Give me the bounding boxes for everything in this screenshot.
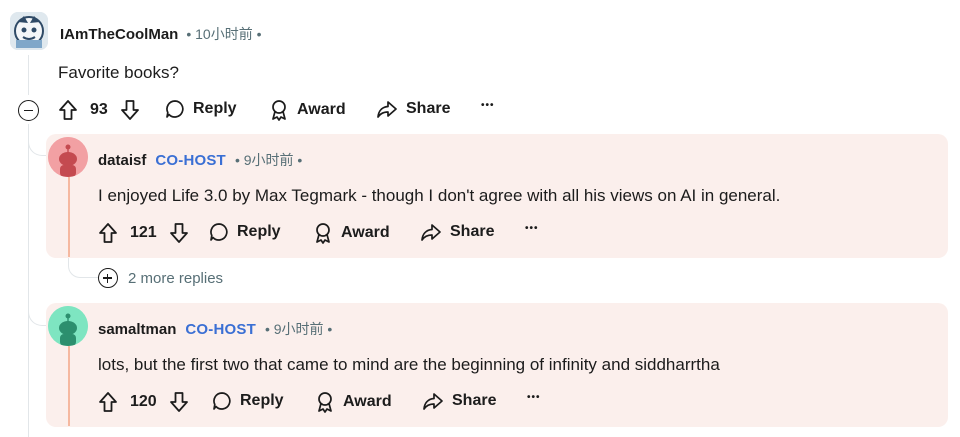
award-label: Award [341,224,390,241]
reply-label: Reply [240,392,284,409]
username[interactable]: IAmTheCoolMan [60,26,178,43]
timestamp: • 9小时前 • [264,321,333,337]
username[interactable]: dataisf [98,152,146,169]
award-label: Award [343,393,392,410]
avatar[interactable] [48,306,88,346]
share-button[interactable]: Share [420,222,494,242]
thread-line-reply-1 [68,177,70,257]
comment-body: lots, but the first two that came to min… [98,355,720,374]
award-icon [318,392,332,413]
thread-line-root [28,124,29,437]
upvote-icon[interactable] [98,391,118,413]
share-button[interactable]: Share [422,391,496,411]
reply-button[interactable]: Reply [209,222,281,242]
downvote-icon[interactable] [169,222,189,244]
award-button[interactable]: Award [313,222,390,244]
comment-body: Favorite books? [58,63,179,82]
more-options-button[interactable]: ••• [481,100,495,111]
downvote-icon[interactable] [120,99,140,121]
more-options-button[interactable]: ••• [525,223,539,234]
share-label: Share [450,223,495,240]
more-options-button[interactable]: ••• [527,392,541,403]
cohost-badge: CO-HOST [155,151,226,169]
vote-group: 121 [98,222,189,244]
share-icon [377,101,397,118]
comment-body: I enjoyed Life 3.0 by Max Tegmark - thou… [98,186,781,205]
collapse-button[interactable] [18,100,39,121]
comment-bubble-icon [210,223,228,241]
collapse-icon [24,109,33,112]
thread-line-main [28,55,29,95]
share-label: Share [406,100,451,117]
share-icon [421,224,441,241]
share-button[interactable]: Share [376,99,450,119]
award-button[interactable]: Award [269,99,346,121]
share-label: Share [452,392,497,409]
award-button[interactable]: Award [315,391,392,413]
reply-label: Reply [193,100,237,117]
share-icon [423,393,443,410]
vote-count: 93 [90,101,108,118]
timestamp: • 10小时前 • [186,26,262,42]
reply-label: Reply [237,223,281,240]
comment-bubble-icon [213,392,231,410]
avatar[interactable] [48,137,88,177]
award-icon [272,100,286,121]
reply-button[interactable]: Reply [165,99,237,119]
award-label: Award [297,101,346,118]
timestamp: • 9小时前 • [234,152,303,168]
reply-button[interactable]: Reply [212,391,284,411]
username[interactable]: samaltman [98,321,176,338]
more-replies-connector [68,258,98,278]
snoo-avatar-icon [48,306,88,346]
comment-bubble-icon [166,100,184,118]
upvote-icon[interactable] [58,99,78,121]
snoo-avatar-icon [48,137,88,177]
user-avatar-icon [10,12,48,50]
more-replies-label: 2 more replies [128,269,224,287]
vote-count: 121 [130,224,157,241]
vote-count: 120 [130,393,157,410]
downvote-icon[interactable] [169,391,189,413]
cohost-badge: CO-HOST [185,320,256,338]
vote-group: 120 [98,391,189,413]
avatar[interactable] [10,12,48,50]
expand-icon [98,268,118,288]
more-replies-button[interactable]: 2 more replies [98,268,223,288]
vote-group: 93 [58,99,140,121]
upvote-icon[interactable] [98,222,118,244]
award-icon [316,223,330,244]
thread-line-reply-2 [68,346,70,426]
